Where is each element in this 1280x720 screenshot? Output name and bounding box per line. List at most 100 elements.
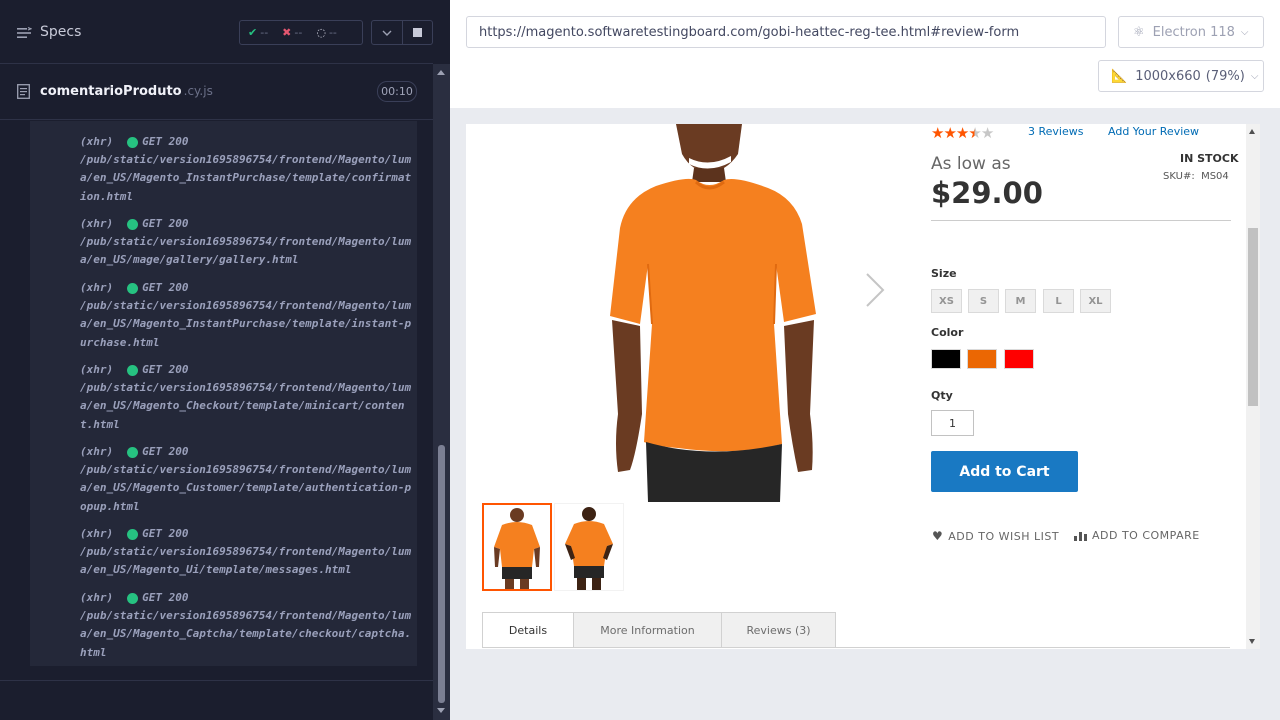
compare-label: ADD TO COMPARE xyxy=(1092,529,1200,542)
url-bar[interactable]: https://magento.softwaretestingboard.com… xyxy=(466,16,1106,48)
spec-file-row[interactable]: comentarioProduto .cy.js 00:10 xyxy=(0,65,433,120)
size-option[interactable]: XS xyxy=(931,289,962,313)
aut-panel: https://magento.softwaretestingboard.com… xyxy=(450,0,1280,720)
size-label: Size xyxy=(931,267,957,280)
add-to-cart-button[interactable]: Add to Cart xyxy=(931,451,1078,492)
thumbnail-front[interactable] xyxy=(482,503,552,591)
stop-icon xyxy=(413,28,422,37)
runner-scroll-thumb[interactable] xyxy=(438,445,445,703)
add-to-wishlist-link[interactable]: ♥ ADD TO WISH LIST xyxy=(932,529,1059,543)
spec-file-title: comentarioProduto xyxy=(40,84,182,99)
electron-icon: ⚛ xyxy=(1133,24,1145,40)
reviews-link[interactable]: 3 Reviews xyxy=(1028,125,1083,138)
log-path: /pub/static/version1695896754/frontend/M… xyxy=(80,463,412,513)
log-entry[interactable]: (xhr) GET 200/pub/static/version169589675… xyxy=(80,589,415,662)
price-prefix: As low as xyxy=(931,154,1011,174)
stock-status: IN STOCK xyxy=(1180,152,1239,165)
browser-selector[interactable]: ⚛ Electron 118 ⌵ xyxy=(1118,16,1264,48)
status-dot-icon xyxy=(127,282,139,294)
specs-label[interactable]: Specs xyxy=(40,24,81,40)
file-icon xyxy=(17,84,30,99)
runner-footer xyxy=(0,680,433,720)
expand-button[interactable] xyxy=(371,20,403,45)
status-dot-icon xyxy=(127,592,139,604)
log-entry[interactable]: (xhr) GET 200/pub/static/version169589675… xyxy=(80,279,415,352)
runner-panel: Specs ✔ -- ✖ -- ◌ -- comentarioProduto .c… xyxy=(0,0,450,720)
log-method: GET 200 xyxy=(142,445,189,458)
wishlist-label: ADD TO WISH LIST xyxy=(948,529,1060,543)
color-swatch[interactable] xyxy=(1004,349,1034,369)
heart-icon: ♥ xyxy=(932,529,944,543)
chevron-down-icon: ⌵ xyxy=(1250,70,1259,82)
stop-button[interactable] xyxy=(402,20,433,45)
viewport-size: 1000x660 xyxy=(1135,68,1201,84)
log-method: GET 200 xyxy=(142,591,189,604)
qty-input[interactable] xyxy=(931,410,974,436)
sku-value: MS04 xyxy=(1201,171,1229,182)
star-icon: ★ xyxy=(980,124,994,142)
passed-icon: ✔ xyxy=(248,26,258,39)
product-price: $29.00 xyxy=(931,176,1043,210)
spec-file-name: comentarioProduto .cy.js xyxy=(40,84,213,99)
qty-label: Qty xyxy=(931,389,953,402)
sku-label: SKU#: xyxy=(1163,171,1195,182)
scroll-up-icon[interactable] xyxy=(1249,129,1255,134)
star-icon: ★ xyxy=(931,124,944,142)
log-entry-head: (xhr) GET 200 xyxy=(80,525,415,543)
divider xyxy=(931,220,1231,221)
tab-details[interactable]: Details xyxy=(482,612,574,648)
log-entry[interactable]: (xhr) GET 200/pub/static/version169589675… xyxy=(80,443,415,516)
passed-count: -- xyxy=(260,26,269,39)
scroll-down-icon[interactable] xyxy=(437,708,445,713)
add-review-link[interactable]: Add Your Review xyxy=(1108,125,1199,138)
viewport-info[interactable]: 📐 1000x660 (79%) ⌵ xyxy=(1098,60,1264,92)
size-option[interactable]: S xyxy=(968,289,999,313)
star-icon: ★ xyxy=(943,124,956,142)
tab-reviews[interactable]: Reviews (3) xyxy=(721,612,836,648)
size-option[interactable]: L xyxy=(1043,289,1074,313)
runner-header: Specs ✔ -- ✖ -- ◌ -- xyxy=(0,0,433,64)
test-stats: ✔ -- ✖ -- ◌ -- xyxy=(239,20,363,45)
status-dot-icon xyxy=(127,446,139,458)
log-path: /pub/static/version1695896754/frontend/M… xyxy=(80,609,412,659)
log-path: /pub/static/version1695896754/frontend/M… xyxy=(80,381,412,431)
star-icon: ★ xyxy=(968,124,981,142)
scroll-up-icon[interactable] xyxy=(437,70,445,75)
tab-more-information[interactable]: More Information xyxy=(573,612,722,648)
color-label: Color xyxy=(931,326,964,339)
log-method: GET 200 xyxy=(142,363,189,376)
log-type: (xhr) xyxy=(80,591,114,604)
status-dot-icon xyxy=(127,528,139,540)
log-entry[interactable]: (xhr) GET 200/pub/static/version169589675… xyxy=(80,525,415,580)
command-log: (xhr) GET 200/pub/static/version169589675… xyxy=(30,121,417,666)
chevron-down-icon: ⌵ xyxy=(1240,26,1249,38)
log-path: /pub/static/version1695896754/frontend/M… xyxy=(80,545,412,577)
specs-list-icon[interactable] xyxy=(16,25,32,41)
status-dot-icon xyxy=(127,364,139,376)
color-swatch[interactable] xyxy=(967,349,997,369)
log-entry-head: (xhr) GET 200 xyxy=(80,443,415,461)
thumbnail-back-image xyxy=(565,507,613,590)
log-type: (xhr) xyxy=(80,527,114,540)
log-entry[interactable]: (xhr) GET 200/pub/static/version169589675… xyxy=(80,133,415,206)
log-path: /pub/static/version1695896754/frontend/M… xyxy=(80,299,412,349)
size-option[interactable]: M xyxy=(1005,289,1036,313)
add-to-compare-link[interactable]: ADD TO COMPARE xyxy=(1074,529,1200,542)
log-path: /pub/static/version1695896754/frontend/M… xyxy=(80,153,412,203)
thumbnail-front-image xyxy=(494,508,540,589)
size-option[interactable]: XL xyxy=(1080,289,1111,313)
pending-icon: ◌ xyxy=(316,26,326,39)
log-entry-head: (xhr) GET 200 xyxy=(80,133,415,151)
aut-scroll-thumb[interactable] xyxy=(1248,228,1258,406)
log-path: /pub/static/version1695896754/frontend/M… xyxy=(80,235,412,267)
chevron-down-icon xyxy=(382,30,392,36)
status-dot-icon xyxy=(127,136,139,148)
log-entry[interactable]: (xhr) GET 200/pub/static/version169589675… xyxy=(80,361,415,434)
log-entry[interactable]: (xhr) GET 200/pub/static/version169589675… xyxy=(80,215,415,270)
thumbnail-back[interactable] xyxy=(554,503,624,591)
color-swatch[interactable] xyxy=(931,349,961,369)
chevron-right-icon[interactable] xyxy=(864,272,886,308)
scroll-down-icon[interactable] xyxy=(1249,639,1255,644)
log-type: (xhr) xyxy=(80,135,114,148)
ruler-icon: 📐 xyxy=(1111,68,1128,84)
